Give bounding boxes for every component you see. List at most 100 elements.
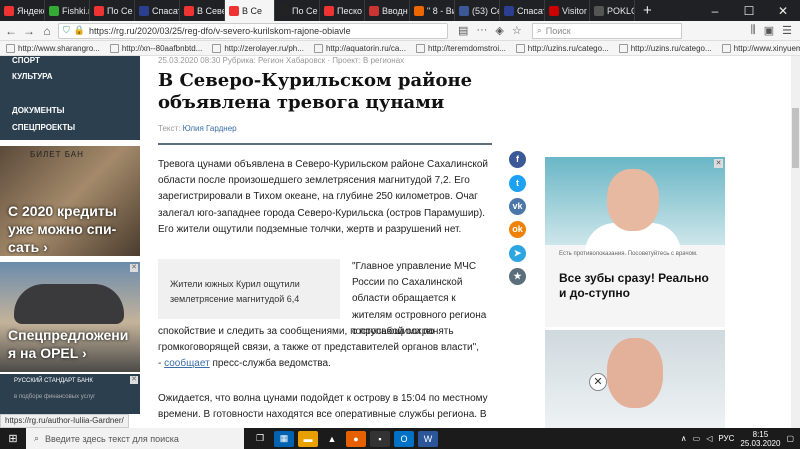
windows-start-icon[interactable]: ⊞ bbox=[0, 428, 26, 449]
browser-tab[interactable]: " 8 - Ви bbox=[410, 0, 455, 21]
page-scrollbar[interactable] bbox=[791, 56, 800, 428]
dental-ad-second[interactable] bbox=[545, 330, 725, 428]
maximize-icon[interactable]: ☐ bbox=[732, 4, 766, 18]
scrollbar-thumb[interactable] bbox=[792, 108, 799, 168]
minimize-icon[interactable]: – bbox=[698, 4, 732, 18]
outlook-icon[interactable]: O bbox=[394, 430, 414, 447]
dental-ad[interactable]: ✕ Есть противопоказания. Посоветуйтесь с… bbox=[545, 157, 725, 327]
article-meta: 25.03.2020 08:30 Рубрика: Регион Хабаров… bbox=[158, 56, 405, 65]
menu-icon[interactable]: ☰ bbox=[782, 24, 792, 37]
browser-tab[interactable]: По Се bbox=[275, 0, 320, 21]
tab-favicon-icon bbox=[139, 5, 149, 16]
browser-tab[interactable]: Спасат bbox=[500, 0, 545, 21]
tab-favicon-icon bbox=[369, 5, 379, 16]
browser-tab[interactable]: Песко bbox=[320, 0, 365, 21]
file-explorer-icon[interactable]: ▬ bbox=[298, 430, 318, 447]
tab-favicon-icon bbox=[504, 5, 514, 16]
tab-favicon-icon bbox=[594, 5, 604, 16]
firefox-icon[interactable]: ● bbox=[346, 430, 366, 447]
reader-icon[interactable]: ▤ bbox=[458, 24, 468, 37]
nav-item-culture[interactable]: КУЛЬТУРА bbox=[12, 72, 53, 81]
system-tray: ∧ ▭ ◁ РУС 8:15 25.03.2020 ▢ bbox=[681, 430, 800, 448]
browser-tab[interactable]: Яндекс bbox=[0, 0, 45, 21]
language-indicator[interactable]: РУС bbox=[718, 434, 734, 443]
bookmark-label: http://www.xinyuemu... bbox=[733, 43, 800, 53]
bookmark-label: http://uzins.ru/catego... bbox=[527, 43, 609, 53]
forward-icon[interactable]: → bbox=[22, 24, 36, 38]
credit-ad-text[interactable]: С 2020 кредиты уже можно спи-сать › bbox=[8, 202, 140, 256]
browser-tab-strip: Яндекс Fishki.r По Се Спасат В Севе В Се По Се… bbox=[0, 0, 800, 21]
author-link[interactable]: Юлия Гарднер bbox=[183, 124, 237, 133]
app-icon[interactable]: ▪ bbox=[370, 430, 390, 447]
bookmark-item[interactable]: http://teremdomstroi... bbox=[415, 43, 506, 53]
more-actions-icon[interactable]: ··· bbox=[476, 24, 487, 37]
taskbar-search[interactable]: ⌕ Введите здесь текст для поиска bbox=[26, 428, 244, 449]
bookmark-item[interactable]: http://www.sharangro... bbox=[6, 43, 100, 53]
browser-tab[interactable]: Visitor bbox=[545, 0, 590, 21]
tab-favicon-icon bbox=[414, 5, 424, 16]
clock[interactable]: 8:15 25.03.2020 bbox=[740, 430, 780, 448]
tab-favicon-icon bbox=[94, 5, 104, 16]
search-box[interactable]: ⌕ Поиск bbox=[531, 22, 682, 39]
tab-label: " 8 - Ви bbox=[427, 5, 455, 16]
browser-tab[interactable]: Спасат bbox=[135, 0, 180, 21]
bookmark-item[interactable]: http://aquatorin.ru/ca... bbox=[313, 43, 406, 53]
home-icon[interactable]: ⌂ bbox=[40, 24, 54, 38]
nav-item-special-projects[interactable]: СПЕЦПРОЕКТЫ bbox=[12, 123, 75, 132]
telegram-icon[interactable]: ➤ bbox=[509, 245, 526, 262]
tray-chevron-icon[interactable]: ∧ bbox=[681, 434, 687, 443]
nav-item-documents[interactable]: ДОКУМЕНТЫ bbox=[12, 106, 64, 115]
library-icon[interactable]: ⫼ bbox=[751, 24, 756, 37]
bookmark-item[interactable]: http://zerolayer.ru/ph... bbox=[212, 43, 304, 53]
browser-tab[interactable]: Вводн bbox=[365, 0, 410, 21]
source-link[interactable]: сообщает bbox=[164, 358, 210, 369]
bookmark-item[interactable]: http://uzins.ru/catego... bbox=[618, 43, 712, 53]
vk-icon[interactable]: vk bbox=[509, 198, 526, 215]
facebook-icon[interactable]: f bbox=[509, 151, 526, 168]
bookmark-item[interactable]: http://xn--80aafbnbtd... bbox=[109, 43, 202, 53]
windows-taskbar: ⊞ ⌕ Введите здесь текст для поиска ❐ ▦ ▬… bbox=[0, 428, 800, 449]
pocket-icon[interactable]: ◈ bbox=[495, 24, 503, 37]
tab-label: Спасат bbox=[152, 5, 180, 16]
browser-tab[interactable]: В Се bbox=[225, 0, 275, 21]
browser-tab[interactable]: (53) Се bbox=[455, 0, 500, 21]
bookmark-item[interactable]: http://uzins.ru/catego... bbox=[515, 43, 609, 53]
close-icon[interactable]: ✕ bbox=[589, 373, 607, 391]
opel-ad-text[interactable]: Спецпредложени я на OPEL › bbox=[8, 326, 140, 362]
ad-close-icon[interactable]: ✕ bbox=[714, 159, 723, 168]
credit-ad[interactable]: БИЛЕТ БАН С 2020 кредиты уже можно спи-с… bbox=[0, 146, 140, 256]
address-bar[interactable]: ⛉ 🔒 https://rg.ru/2020/03/25/reg-dfo/v-s… bbox=[58, 22, 448, 39]
browser-tab[interactable]: По Се bbox=[90, 0, 135, 21]
ad-close-icon[interactable]: ✕ bbox=[130, 264, 138, 272]
related-link-text[interactable]: Жители южных Курил ощутили землетрясение… bbox=[170, 279, 300, 304]
bookmark-star-icon[interactable]: ★ bbox=[509, 268, 526, 285]
related-link-box[interactable]: Жители южных Курил ощутили землетрясение… bbox=[158, 259, 340, 319]
ok-icon[interactable]: ok bbox=[509, 221, 526, 238]
toolbar-icons: ⫼ ▣ ☰ bbox=[751, 24, 800, 37]
ad-close-icon[interactable]: ✕ bbox=[130, 376, 138, 384]
browser-tab[interactable]: В Севе bbox=[180, 0, 225, 21]
ad-photo-face bbox=[607, 169, 659, 231]
network-icon[interactable]: ▭ bbox=[693, 434, 701, 443]
browser-tab[interactable]: Fishki.r bbox=[45, 0, 90, 21]
sidebar-icon[interactable]: ▣ bbox=[764, 24, 774, 37]
opel-ad[interactable]: ✕ Спецпредложени я на OPEL › bbox=[0, 262, 140, 372]
notifications-icon[interactable]: ▢ bbox=[786, 434, 794, 443]
twitter-icon[interactable]: t bbox=[509, 175, 526, 192]
star-icon[interactable]: ☆ bbox=[512, 24, 522, 37]
navigation-bar: ← → ⌂ ⛉ 🔒 https://rg.ru/2020/03/25/reg-d… bbox=[0, 21, 800, 41]
word-icon[interactable]: W bbox=[418, 430, 438, 447]
bookmark-item[interactable]: http://www.xinyuemu... bbox=[721, 43, 800, 53]
nav-item-sport[interactable]: СПОРТ bbox=[12, 56, 40, 65]
onenote-icon[interactable]: ▲ bbox=[322, 431, 342, 447]
browser-tab[interactable]: POKLONK bbox=[590, 0, 635, 21]
task-view-icon[interactable]: ❐ bbox=[250, 431, 270, 447]
back-icon[interactable]: ← bbox=[4, 24, 18, 38]
new-tab-button[interactable]: + bbox=[635, 2, 660, 19]
bank-ad[interactable]: ✕ РУССКИЙ СТАНДАРТ БАНК в подборе финанс… bbox=[0, 374, 140, 414]
ad-headline[interactable]: Все зубы сразу! Реально и до-ступно bbox=[559, 271, 719, 301]
taskbar-search-placeholder: Введите здесь текст для поиска bbox=[45, 433, 179, 444]
store-icon[interactable]: ▦ bbox=[274, 430, 294, 447]
close-window-icon[interactable]: ✕ bbox=[766, 4, 800, 18]
volume-icon[interactable]: ◁ bbox=[706, 434, 712, 443]
